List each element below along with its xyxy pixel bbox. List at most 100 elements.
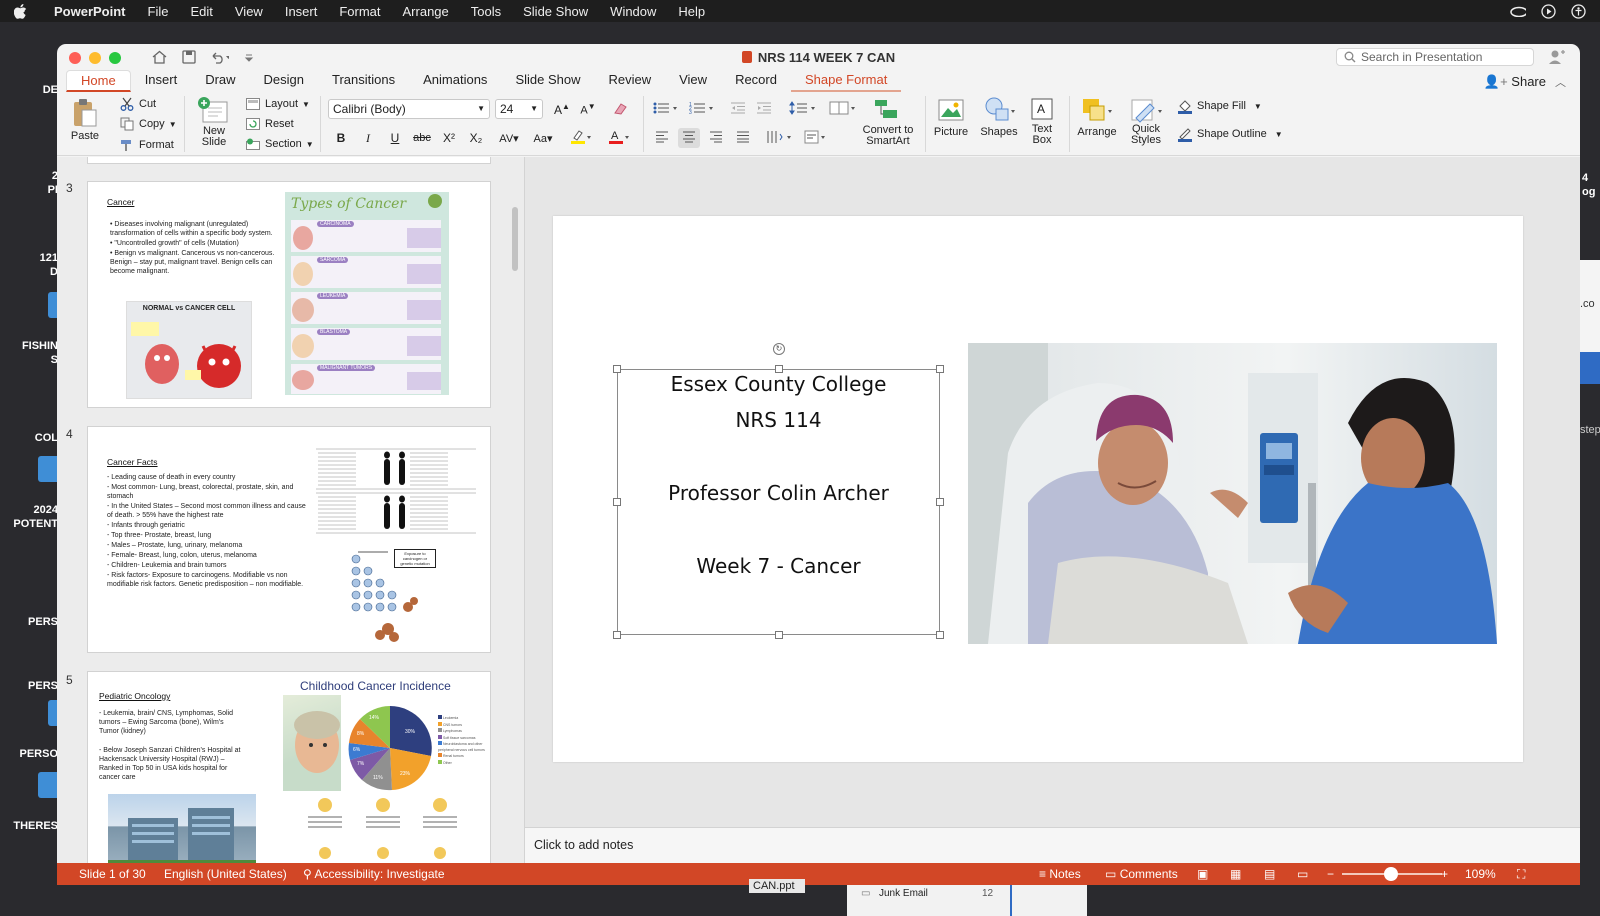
accessibility-icon[interactable] [1570, 3, 1586, 19]
cut-button[interactable]: Cut [119, 96, 156, 112]
text-direction-button[interactable] [763, 128, 797, 148]
quick-styles-button[interactable]: Quick Styles [1123, 96, 1169, 146]
picture-button[interactable]: Picture [931, 96, 971, 138]
reset-button[interactable]: Reset [245, 116, 294, 132]
line-spacing-button[interactable] [787, 99, 819, 119]
slide-thumbnail[interactable] [87, 157, 491, 164]
menu-tools[interactable]: Tools [471, 4, 501, 19]
menu-window[interactable]: Window [610, 4, 656, 19]
resize-handle[interactable] [775, 631, 783, 639]
tab-design[interactable]: Design [250, 70, 318, 92]
section-button[interactable]: Section ▼ [245, 136, 314, 152]
desktop-label[interactable]: 2 [30, 170, 58, 182]
tab-review[interactable]: Review [594, 70, 665, 92]
thumbnails-scrollbar[interactable] [512, 207, 518, 271]
desktop-label[interactable]: PERSO [10, 748, 58, 760]
resize-handle[interactable] [936, 365, 944, 373]
highlight-color-button[interactable] [564, 128, 598, 148]
desktop-label[interactable]: og [1582, 186, 1600, 198]
tab-slide-show[interactable]: Slide Show [501, 70, 594, 92]
arrange-button[interactable]: Arrange [1075, 96, 1119, 138]
tab-shape-format[interactable]: Shape Format [790, 70, 902, 92]
superscript-button[interactable]: X² [438, 128, 460, 148]
apple-icon[interactable] [14, 3, 32, 19]
menu-arrange[interactable]: Arrange [403, 4, 449, 19]
resize-handle[interactable] [613, 365, 621, 373]
change-case-button[interactable]: Aa▾ [528, 128, 558, 148]
desktop-label[interactable]: 2024 [14, 504, 58, 516]
justify-button[interactable] [732, 128, 754, 148]
menu-slide-show[interactable]: Slide Show [523, 4, 588, 19]
bold-button[interactable]: B [330, 128, 352, 148]
new-slide-button[interactable]: New Slide [192, 96, 236, 148]
comments-toggle[interactable]: ▭ Comments [1105, 867, 1178, 881]
patient-nurse-photo[interactable] [968, 343, 1497, 644]
play-icon[interactable] [1540, 3, 1556, 19]
tab-transitions[interactable]: Transitions [318, 70, 409, 92]
resize-handle[interactable] [775, 365, 783, 373]
decrease-font-size-button[interactable]: A▼ [577, 99, 599, 119]
zoom-level[interactable]: 109% [1465, 867, 1496, 881]
font-size-select[interactable]: 24 ▼ [495, 99, 543, 119]
increase-indent-button[interactable] [753, 99, 775, 119]
desktop-label[interactable]: FISHIN [10, 340, 58, 352]
resize-handle[interactable] [613, 631, 621, 639]
collapse-ribbon-icon[interactable]: ︿ [1555, 74, 1566, 90]
font-color-button[interactable]: A [602, 128, 636, 148]
align-right-button[interactable] [705, 128, 727, 148]
layout-button[interactable]: Layout ▼ [245, 96, 310, 112]
slide-text-line[interactable]: NRS 114 [618, 408, 939, 432]
rotate-handle-icon[interactable]: ↻ [773, 343, 785, 355]
font-name-select[interactable]: Calibri (Body) ▼ [328, 99, 490, 119]
reading-view-icon[interactable]: ▤ [1264, 867, 1275, 881]
search-input[interactable]: Search in Presentation [1336, 48, 1534, 66]
underline-button[interactable]: U [384, 128, 406, 148]
desktop-label[interactable]: 121 [24, 252, 58, 264]
paste-button[interactable]: Paste [69, 98, 101, 142]
slide-text-line[interactable]: Professor Colin Archer [618, 481, 939, 505]
italic-button[interactable]: I [357, 128, 379, 148]
character-spacing-button[interactable]: AV▾ [494, 128, 524, 148]
notes-toggle[interactable]: ≡ Notes [1039, 867, 1081, 881]
creative-cloud-icon[interactable] [1510, 3, 1526, 19]
slide-thumbnail[interactable]: Pediatric Oncology - Leukemia, brain/ CN… [87, 671, 491, 863]
notes-pane[interactable]: Click to add notes [525, 827, 1580, 864]
fit-to-window-icon[interactable]: ⛶ [1517, 867, 1525, 882]
clear-formatting-button[interactable] [609, 99, 631, 119]
numbering-button[interactable]: 123 [687, 99, 717, 119]
desktop-label[interactable]: PERS [14, 680, 58, 692]
resize-handle[interactable] [613, 498, 621, 506]
share-button[interactable]: 👤+ Share [1484, 74, 1546, 90]
align-center-button[interactable] [678, 128, 700, 148]
desktop-label[interactable]: PI [30, 184, 58, 196]
zoom-out-icon[interactable]: − [1327, 867, 1334, 881]
bullets-button[interactable] [651, 99, 681, 119]
slide-sorter-icon[interactable]: ▦ [1230, 867, 1241, 881]
align-left-button[interactable] [651, 128, 673, 148]
shape-fill-button[interactable]: Shape Fill ▼ [1177, 98, 1262, 114]
tab-draw[interactable]: Draw [191, 70, 249, 92]
normal-view-icon[interactable]: ▣ [1197, 867, 1208, 881]
current-slide[interactable]: Essex County College NRS 114 Professor C… [553, 216, 1523, 762]
menu-edit[interactable]: Edit [190, 4, 212, 19]
shapes-button[interactable]: Shapes [977, 96, 1021, 138]
format-painter-button[interactable]: Format [119, 137, 174, 153]
language-status[interactable]: English (United States) [164, 867, 287, 881]
subscript-button[interactable]: X₂ [465, 128, 487, 148]
menu-format[interactable]: Format [339, 4, 380, 19]
tab-home[interactable]: Home [66, 70, 131, 92]
slide-text-line[interactable]: Essex County College [618, 372, 939, 396]
slide-thumbnail[interactable]: Cancer Facts - Leading cause of death in… [87, 426, 491, 653]
decrease-indent-button[interactable] [727, 99, 749, 119]
resize-handle[interactable] [936, 631, 944, 639]
tab-record[interactable]: Record [721, 70, 791, 92]
desktop-label[interactable]: PERS [14, 616, 58, 628]
menu-help[interactable]: Help [678, 4, 705, 19]
title-text-box[interactable]: Essex County College NRS 114 Professor C… [613, 343, 944, 639]
desktop-label[interactable]: 4 [1582, 172, 1600, 184]
zoom-slider-handle[interactable] [1384, 867, 1398, 881]
accessibility-status[interactable]: ⚲ Accessibility: Investigate [303, 867, 445, 881]
desktop-label[interactable]: COL [20, 432, 58, 444]
slide-show-icon[interactable]: ▭ [1297, 867, 1308, 881]
align-text-button[interactable] [801, 128, 831, 148]
